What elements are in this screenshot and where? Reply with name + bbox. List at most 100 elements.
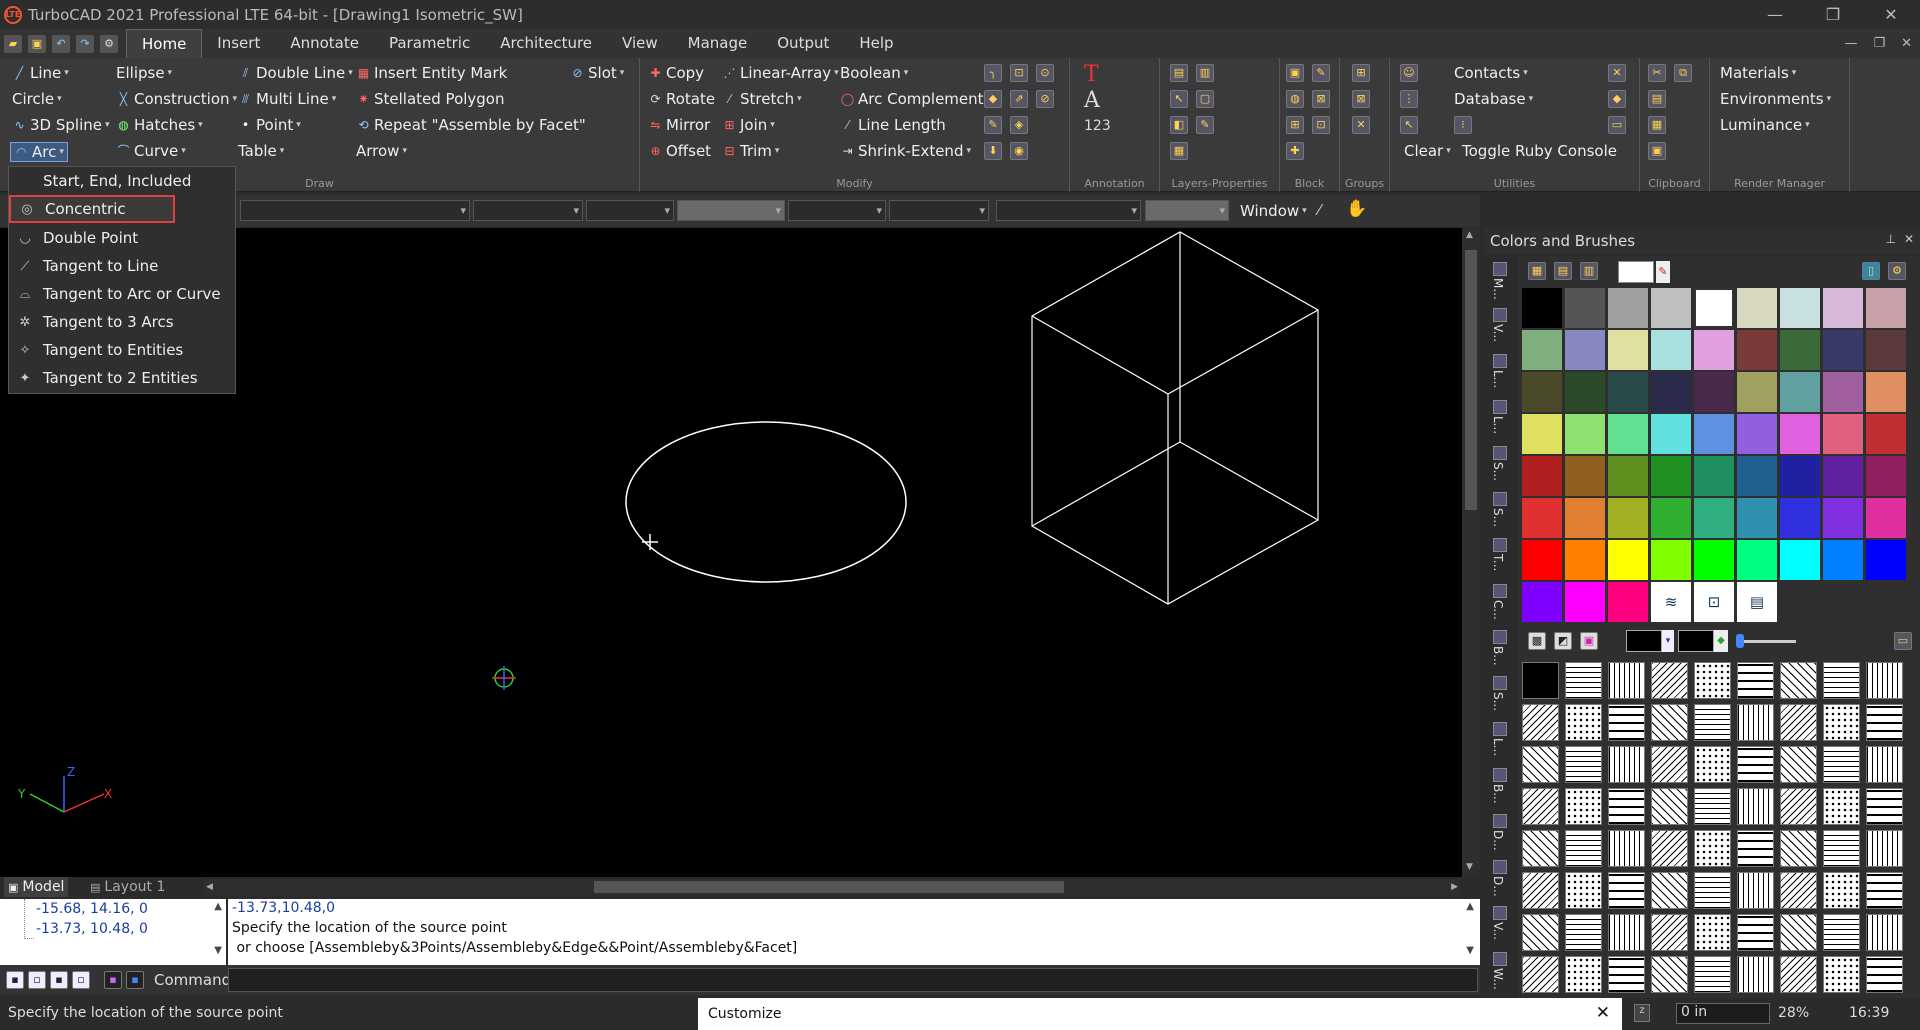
color-swatch[interactable] [1651,330,1691,370]
background-color-swatch[interactable] [1678,630,1714,652]
hatch-pattern-swatch[interactable] [1522,830,1559,867]
canvas-horizontal-scrollbar[interactable]: ◀ ▶ [204,879,1460,895]
color-swatch[interactable] [1823,288,1863,328]
hatch-pattern-swatch[interactable] [1866,788,1903,825]
modify-tool-9-icon[interactable]: ⬇ [984,142,1002,160]
3d-spline-button[interactable]: ∿ 3D Spline ▾ [12,116,109,134]
block-ref-icon[interactable]: ⊡ [1312,116,1330,134]
color-swatch[interactable] [1651,414,1691,454]
color-swatch[interactable] [1823,330,1863,370]
utility-tool-3-icon[interactable]: ▭ [1608,116,1626,134]
hatch-pattern-swatch[interactable] [1565,788,1602,825]
group-make-icon[interactable]: ⊞ [1352,64,1370,82]
hand-icon[interactable]: ✋ [1346,199,1367,219]
color-swatch[interactable] [1780,288,1820,328]
hatch-pattern-swatch[interactable] [1780,956,1817,993]
bitmap-brush-icon[interactable]: ▣ [1580,632,1598,650]
insert-entity-mark-button[interactable]: ▦ Insert Entity Mark [356,64,508,82]
color-swatch[interactable] [1522,330,1562,370]
color-swatch[interactable] [1608,330,1648,370]
undo-icon[interactable]: ↶ [52,34,70,53]
hatch-pattern-swatch[interactable] [1694,746,1731,783]
gradient-brush-icon[interactable]: ◩ [1554,632,1572,650]
hatch-pattern-swatch[interactable] [1694,704,1731,741]
color-swatch[interactable] [1780,372,1820,412]
color-swatch[interactable] [1694,288,1734,328]
menu-item-tangent-to-line[interactable]: ⟋ Tangent to Line [9,252,235,280]
color-swatch[interactable] [1737,414,1777,454]
color-swatch[interactable] [1737,456,1777,496]
color-swatch[interactable] [1522,414,1562,454]
hatch-pattern-swatch[interactable] [1522,914,1559,951]
coordinate-history-list[interactable]: -15.68, 14.16, 0 -13.73, 10.48, 0 ▲ ▼ [0,899,226,965]
canvas-vertical-scrollbar[interactable]: ▲ ▼ [1462,228,1480,877]
palette-action-icon[interactable]: ▤ [1737,582,1777,622]
hatch-pattern-swatch[interactable] [1522,662,1559,699]
line-length-button[interactable]: ⁄ Line Length [840,116,945,134]
hatch-pattern-swatch[interactable] [1694,956,1731,993]
tab-output[interactable]: Output [762,29,844,58]
linetype-combo[interactable] [586,200,674,221]
color-swatch[interactable] [1780,330,1820,370]
zoom-level[interactable]: 28% [1778,1005,1809,1021]
color-swatch[interactable] [1780,456,1820,496]
hatch-pattern-swatch[interactable] [1522,956,1559,993]
foreground-color-dropdown-icon[interactable]: ▾ [1662,630,1674,652]
copy-button[interactable]: ✚ Copy [648,64,704,82]
color-combo[interactable] [473,200,583,221]
color-swatch[interactable] [1522,288,1562,328]
group-edit-icon[interactable]: ✕ [1352,116,1370,134]
color-swatch[interactable] [1522,498,1562,538]
hatch-pattern-swatch[interactable] [1780,872,1817,909]
contacts-picture-icon[interactable]: ☺ [1400,64,1418,82]
hatch-pattern-swatch[interactable] [1866,830,1903,867]
text-tool-icon[interactable]: T [1084,62,1099,87]
color-swatch[interactable] [1565,498,1605,538]
hatch-pattern-swatch[interactable] [1651,956,1688,993]
hatch-pattern-swatch[interactable] [1780,788,1817,825]
toggle-ruby-console-button[interactable]: Toggle Ruby Console [1462,142,1617,160]
hatch-pattern-swatch[interactable] [1823,662,1860,699]
boolean-button[interactable]: Boolean ▾ [840,64,908,82]
color-swatch[interactable] [1651,498,1691,538]
color-swatch[interactable] [1694,456,1734,496]
multiline-text-icon[interactable]: A [1084,88,1100,113]
hatch-pattern-swatch[interactable] [1866,914,1903,951]
tab-insert[interactable]: Insert [202,29,275,58]
color-swatch[interactable] [1522,582,1562,622]
palette-side-tab[interactable]: S... [1491,492,1509,527]
tab-home[interactable]: Home [126,29,203,58]
color-swatch[interactable] [1651,456,1691,496]
ellipse-button[interactable]: Ellipse ▾ [116,64,172,82]
color-swatch[interactable] [1565,372,1605,412]
hatch-pattern-swatch[interactable] [1522,872,1559,909]
tab-architecture[interactable]: Architecture [485,29,607,58]
color-swatch[interactable] [1694,498,1734,538]
color-swatch[interactable] [1737,330,1777,370]
hatch-pattern-swatch[interactable] [1780,746,1817,783]
hatch-pattern-swatch[interactable] [1651,662,1688,699]
double-line-button[interactable]: ⫽ Double Line ▾ [238,64,353,82]
hatch-pattern-swatch[interactable] [1608,746,1645,783]
color-picker-icon[interactable]: ✎ [1656,261,1670,283]
layers-icon[interactable]: ▤ [1170,64,1188,82]
hatch-pattern-swatch[interactable] [1565,914,1602,951]
block-palette-icon[interactable]: ✚ [1286,142,1304,160]
hatch-pattern-swatch[interactable] [1651,746,1688,783]
snap-5-icon[interactable]: ▪ [104,971,122,989]
doc-minimize-icon[interactable]: — [1844,29,1857,58]
color-swatch[interactable] [1565,288,1605,328]
construction-button[interactable]: ╳ Construction ▾ [116,90,237,108]
palette-side-tab[interactable]: L... [1491,354,1509,388]
block-edit-icon[interactable]: ✎ [1312,64,1330,82]
palette-option-2-icon[interactable]: ⚙ [1888,262,1906,280]
color-swatch[interactable] [1694,372,1734,412]
modify-tool-2-icon[interactable]: ⊡ [1010,64,1028,82]
color-swatch[interactable] [1522,456,1562,496]
match-properties-icon[interactable]: ✎ [1196,116,1214,134]
color-swatch[interactable] [1780,540,1820,580]
snap-3-icon[interactable]: ▪ [50,971,68,989]
color-swatch[interactable] [1823,414,1863,454]
hatch-pattern-swatch[interactable] [1737,914,1774,951]
curve-button[interactable]: ⌒ Curve ▾ [116,142,185,160]
